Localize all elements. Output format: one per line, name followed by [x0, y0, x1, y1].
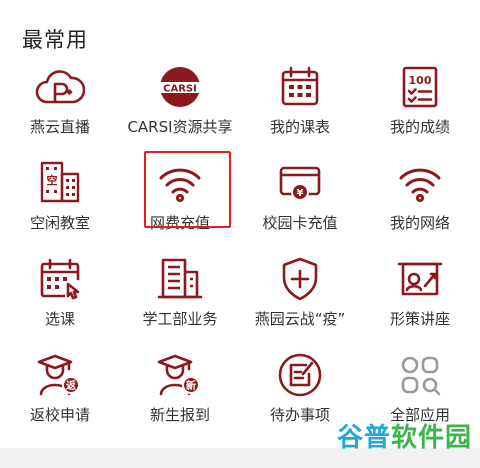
- network-icon: [395, 158, 445, 208]
- building-icon: [155, 254, 205, 304]
- app-policy-lecture[interactable]: 形策讲座: [360, 246, 480, 342]
- app-label: 空闲教室: [29, 214, 90, 232]
- app-yanyun-live[interactable]: 燕云直播: [0, 54, 120, 150]
- app-course-selection[interactable]: 选课: [0, 246, 120, 342]
- app-label: 校园卡充值: [262, 214, 338, 232]
- all-apps-icon: [395, 350, 445, 400]
- app-yanyuan-epidemic[interactable]: 燕园云战“疫”: [240, 246, 360, 342]
- freshman-icon: 新: [155, 350, 205, 400]
- campus-card-badge-text: ¥: [297, 188, 304, 199]
- app-label: 网费充值: [149, 214, 210, 232]
- app-label: 燕园云战“疫”: [254, 310, 346, 328]
- app-my-network[interactable]: 我的网络: [360, 150, 480, 246]
- freshman-badge-text: 新: [186, 379, 196, 392]
- calendar-icon: [275, 62, 325, 112]
- app-campus-card-recharge[interactable]: ¥ 校园卡充值: [240, 150, 360, 246]
- grades-icon: 100: [395, 62, 445, 112]
- app-my-grades[interactable]: 100 我的成绩: [360, 54, 480, 150]
- watermark-part1: 谷普: [336, 423, 391, 453]
- classroom-badge-text: 空: [47, 173, 58, 187]
- app-label: 学工部业务: [142, 310, 218, 328]
- section-title: 最常用: [22, 28, 88, 52]
- app-my-timetable[interactable]: 我的课表: [240, 54, 360, 150]
- app-freshman-registration[interactable]: 新 新生报到: [120, 342, 240, 438]
- campus-card-icon: ¥: [275, 158, 325, 208]
- app-label: 形策讲座: [389, 310, 450, 328]
- app-return-to-school[interactable]: 返 返校申请: [0, 342, 120, 438]
- cloud-live-icon: [35, 62, 85, 112]
- course-select-icon: [35, 254, 85, 304]
- classroom-icon: 空: [35, 158, 85, 208]
- app-label: 新生报到: [149, 406, 210, 424]
- app-label: 我的课表: [269, 118, 330, 136]
- most-used-card: 最常用 燕云直播 CARSI CARSI资源共享 我的课表 100 我的成绩 空…: [0, 0, 480, 448]
- app-student-affairs[interactable]: 学工部业务: [120, 246, 240, 342]
- watermark-part2: 软件园: [390, 423, 472, 453]
- app-label: 返校申请: [29, 406, 90, 424]
- app-label: 我的网络: [389, 214, 450, 232]
- app-label: 我的成绩: [389, 118, 450, 136]
- return-school-badge-text: 返: [66, 379, 76, 392]
- app-label: 选课: [44, 310, 75, 328]
- grades-badge-text: 100: [409, 74, 432, 87]
- lecture-icon: [395, 254, 445, 304]
- return-school-icon: 返: [35, 350, 85, 400]
- watermark: 谷普软件园: [337, 417, 472, 454]
- app-carsi[interactable]: CARSI CARSI资源共享: [120, 54, 240, 150]
- shield-plus-icon: [275, 254, 325, 304]
- app-label: 燕云直播: [29, 118, 90, 136]
- todo-icon: [275, 350, 325, 400]
- app-label: CARSI资源共享: [127, 118, 233, 136]
- carsi-badge-text: CARSI: [163, 84, 197, 95]
- app-free-classroom[interactable]: 空 空闲教室: [0, 150, 120, 246]
- wifi-icon: [155, 158, 205, 208]
- carsi-icon: CARSI: [155, 62, 205, 112]
- app-network-fee-recharge[interactable]: 网费充值: [120, 150, 240, 246]
